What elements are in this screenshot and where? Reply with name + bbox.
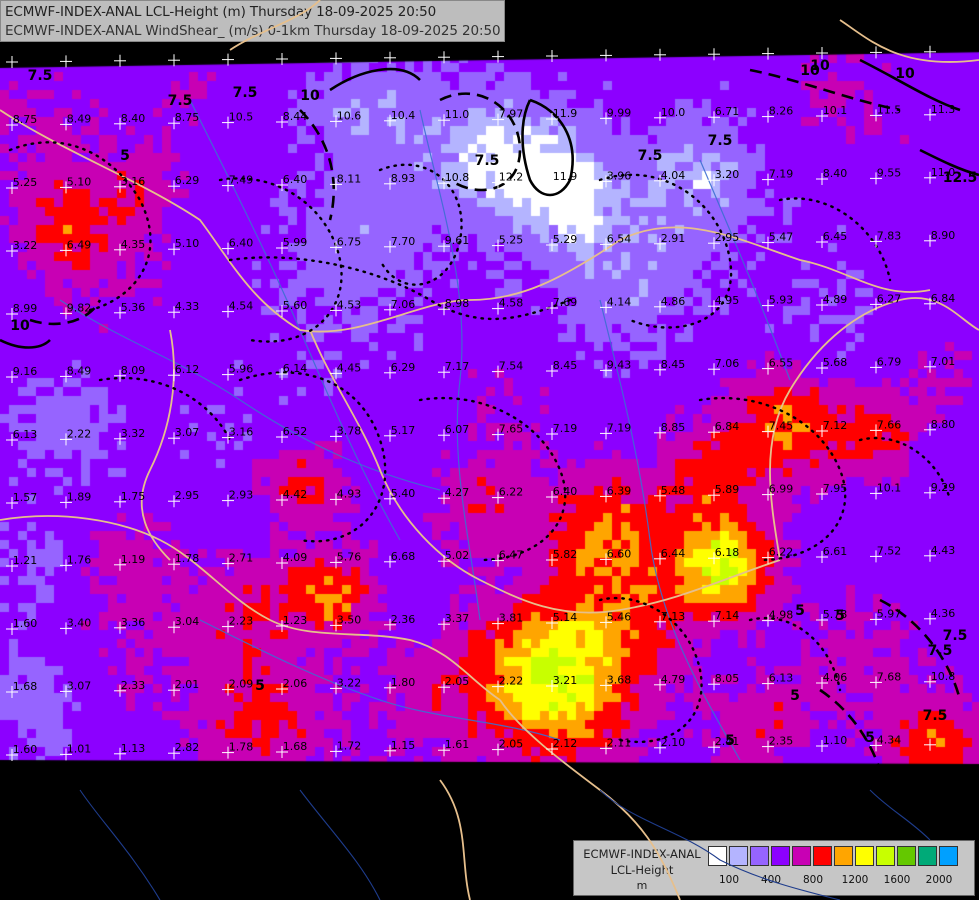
legend-swatch [750, 846, 769, 866]
legend-swatch [897, 846, 916, 866]
lcl-height-map [0, 0, 979, 900]
legend-swatch [708, 846, 727, 866]
legend-tick: 100 [718, 874, 740, 886]
legend-swatch [792, 846, 811, 866]
title-wind-shear: ECMWF-INDEX-ANAL WindShear_ (m/s) 0-1km … [5, 23, 501, 39]
legend-ticks: 100 400 800 1200 1600 2000 [708, 874, 978, 890]
legend-tick: 800 [802, 874, 824, 886]
legend-swatch [855, 846, 874, 866]
title-lcl-height: ECMWF-INDEX-ANAL LCL-Height (m) Thursday… [5, 4, 437, 20]
legend-model-label: ECMWF-INDEX-ANAL [583, 847, 701, 861]
legend-swatch [834, 846, 853, 866]
legend-swatch [876, 846, 895, 866]
legend-tick: 1600 [883, 874, 911, 886]
color-legend: ECMWF-INDEX-ANAL LCL-Height m 100 400 80… [573, 840, 975, 896]
legend-swatch [729, 846, 748, 866]
map-title-box: ECMWF-INDEX-ANAL LCL-Height (m) Thursday… [0, 0, 505, 42]
legend-swatch [939, 846, 958, 866]
legend-field-label: LCL-Height [610, 863, 674, 877]
legend-swatches [708, 846, 960, 866]
legend-unit-label: m [636, 879, 648, 892]
legend-swatch [918, 846, 937, 866]
legend-swatch [771, 846, 790, 866]
legend-tick: 2000 [925, 874, 953, 886]
legend-tick: 1200 [841, 874, 869, 886]
legend-swatch [813, 846, 832, 866]
legend-tick: 400 [760, 874, 782, 886]
